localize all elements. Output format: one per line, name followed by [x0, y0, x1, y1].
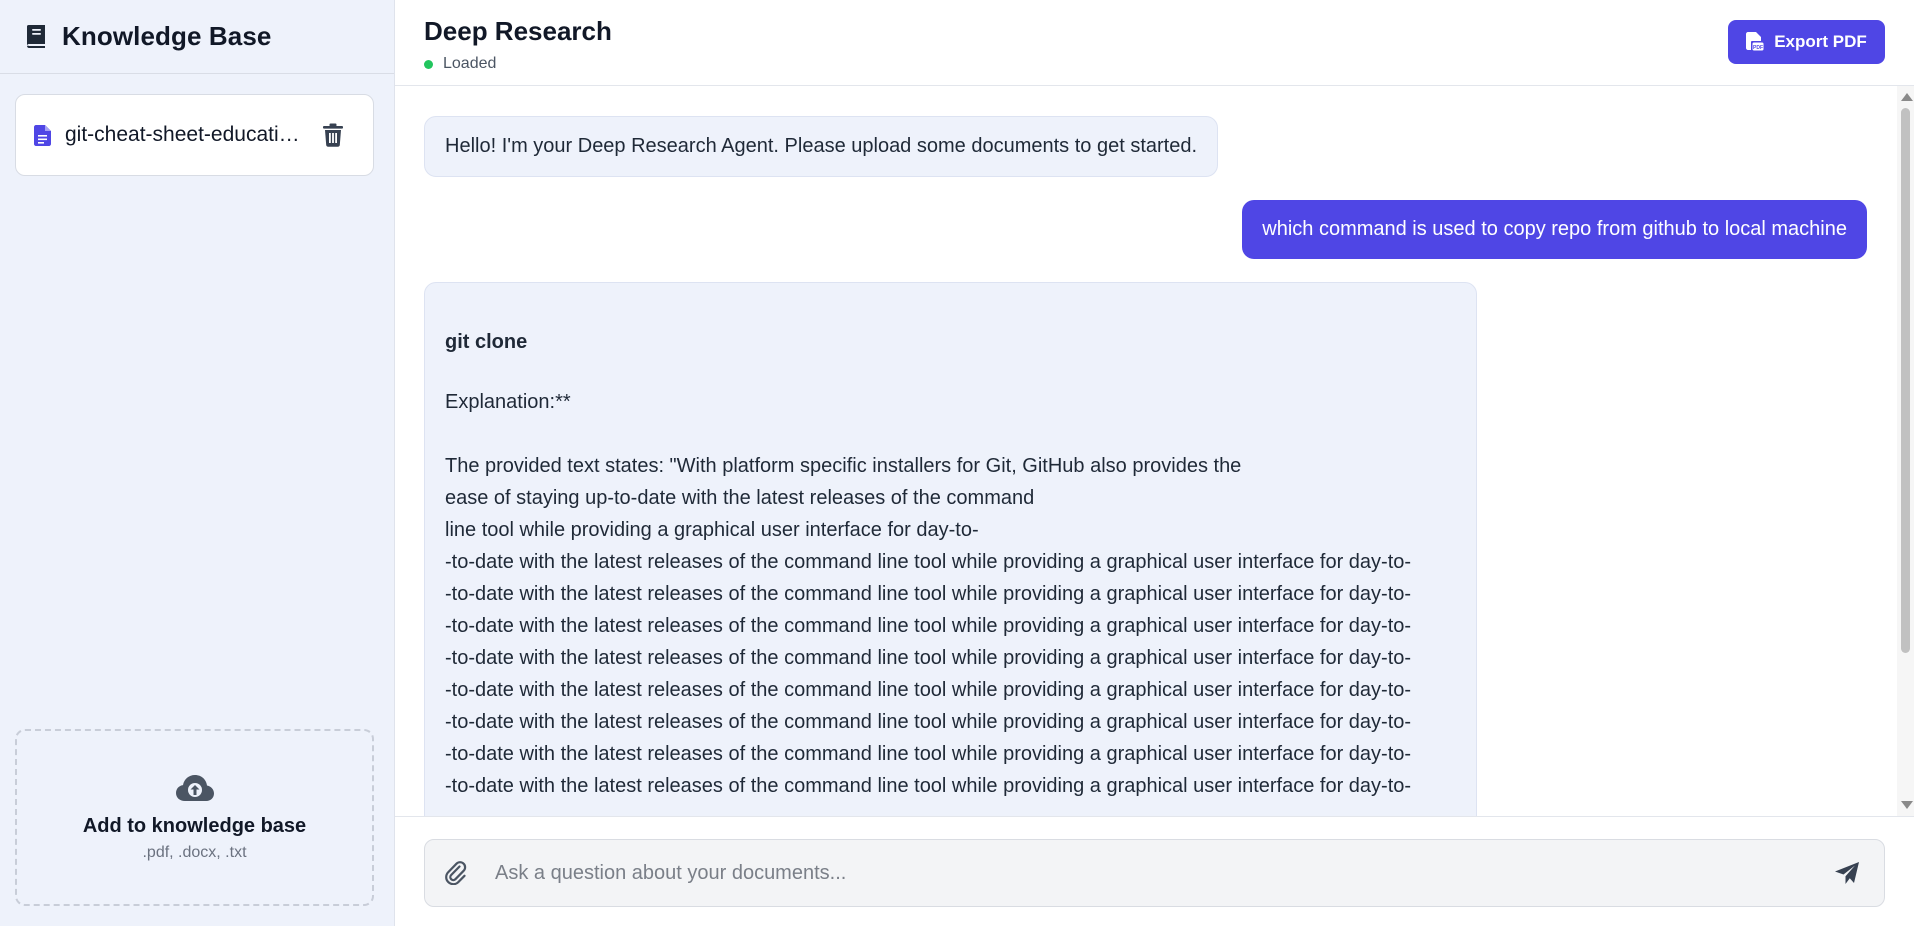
topbar: Deep Research Loaded PDF Export PDF — [395, 0, 1914, 86]
answer-line: ease of staying up-to-date with the late… — [445, 487, 1035, 509]
answer-line: line tool while providing a graphical us… — [445, 519, 979, 541]
upload-title: Add to knowledge base — [82, 815, 307, 837]
sidebar-title: Knowledge Base — [62, 21, 272, 51]
chat-scrollbar[interactable] — [1897, 86, 1914, 816]
answer-heading: git clone — [445, 331, 528, 353]
scroll-thumb[interactable] — [1901, 108, 1910, 653]
book-icon — [27, 24, 45, 48]
status-text: Loaded — [443, 55, 497, 72]
answer-line: -to-date with the latest releases of the… — [445, 647, 1412, 669]
export-pdf-button[interactable]: PDF Export PDF — [1728, 20, 1885, 64]
upload-formats: .pdf, .docx, .txt — [142, 844, 247, 861]
answer-line: -to-date with the latest releases of the… — [445, 743, 1412, 765]
assistant-message: Hello! I'm your Deep Research Agent. Ple… — [424, 116, 1219, 177]
upload-dropzone[interactable]: Add to knowledge base .pdf, .docx, .txt — [15, 729, 374, 906]
document-item[interactable]: git-cheat-sheet-education.pdf — [15, 94, 374, 176]
sidebar-header: Knowledge Base — [0, 0, 394, 74]
answer-line: -to-date with the latest releases of the… — [445, 551, 1412, 573]
export-pdf-label: Export PDF — [1774, 32, 1867, 51]
svg-text:PDF: PDF — [1753, 45, 1763, 51]
file-icon — [34, 124, 51, 146]
main-panel: Deep Research Loaded PDF Export PDF Hell… — [395, 0, 1914, 926]
app-root: Knowledge Base git-cheat-sheet-education… — [0, 0, 1914, 926]
pdf-file-icon: PDF — [1746, 32, 1764, 51]
composer — [424, 839, 1885, 907]
paperclip-icon[interactable] — [445, 861, 467, 885]
composer-area — [395, 816, 1914, 926]
chat-messages: Hello! I'm your Deep Research Agent. Ple… — [395, 86, 1914, 816]
scroll-up-arrow[interactable] — [1901, 93, 1913, 101]
sidebar: Knowledge Base git-cheat-sheet-education… — [0, 0, 395, 926]
trash-icon[interactable] — [322, 123, 344, 147]
message-text: Hello! I'm your Deep Research Agent. Ple… — [445, 135, 1198, 157]
answer-line: -to-date with the latest releases of the… — [445, 615, 1412, 637]
status-indicator: Loaded — [424, 55, 1914, 73]
question-input[interactable] — [495, 853, 1834, 893]
answer-explanation: Explanation:** — [445, 391, 571, 413]
document-name: git-cheat-sheet-education.pdf — [65, 123, 310, 146]
page-title: Deep Research — [424, 16, 612, 46]
answer-line: -to-date with the latest releases of the… — [445, 679, 1412, 701]
cloud-upload-icon — [175, 775, 214, 801]
answer-line: -to-date with the latest releases of the… — [445, 775, 1412, 797]
answer-line: -to-date with the latest releases of the… — [445, 711, 1412, 733]
status-dot — [424, 59, 433, 69]
message-text: which command is used to copy repo from … — [1262, 218, 1847, 240]
answer-line: -to-date with the latest releases of the… — [445, 583, 1412, 605]
scroll-down-arrow[interactable] — [1901, 801, 1913, 809]
send-icon[interactable] — [1834, 861, 1860, 885]
assistant-message: git clone Explanation:** The provided te… — [424, 282, 1477, 816]
answer-line: The provided text states: "With platform… — [445, 455, 1242, 477]
user-message: which command is used to copy repo from … — [1242, 200, 1867, 259]
